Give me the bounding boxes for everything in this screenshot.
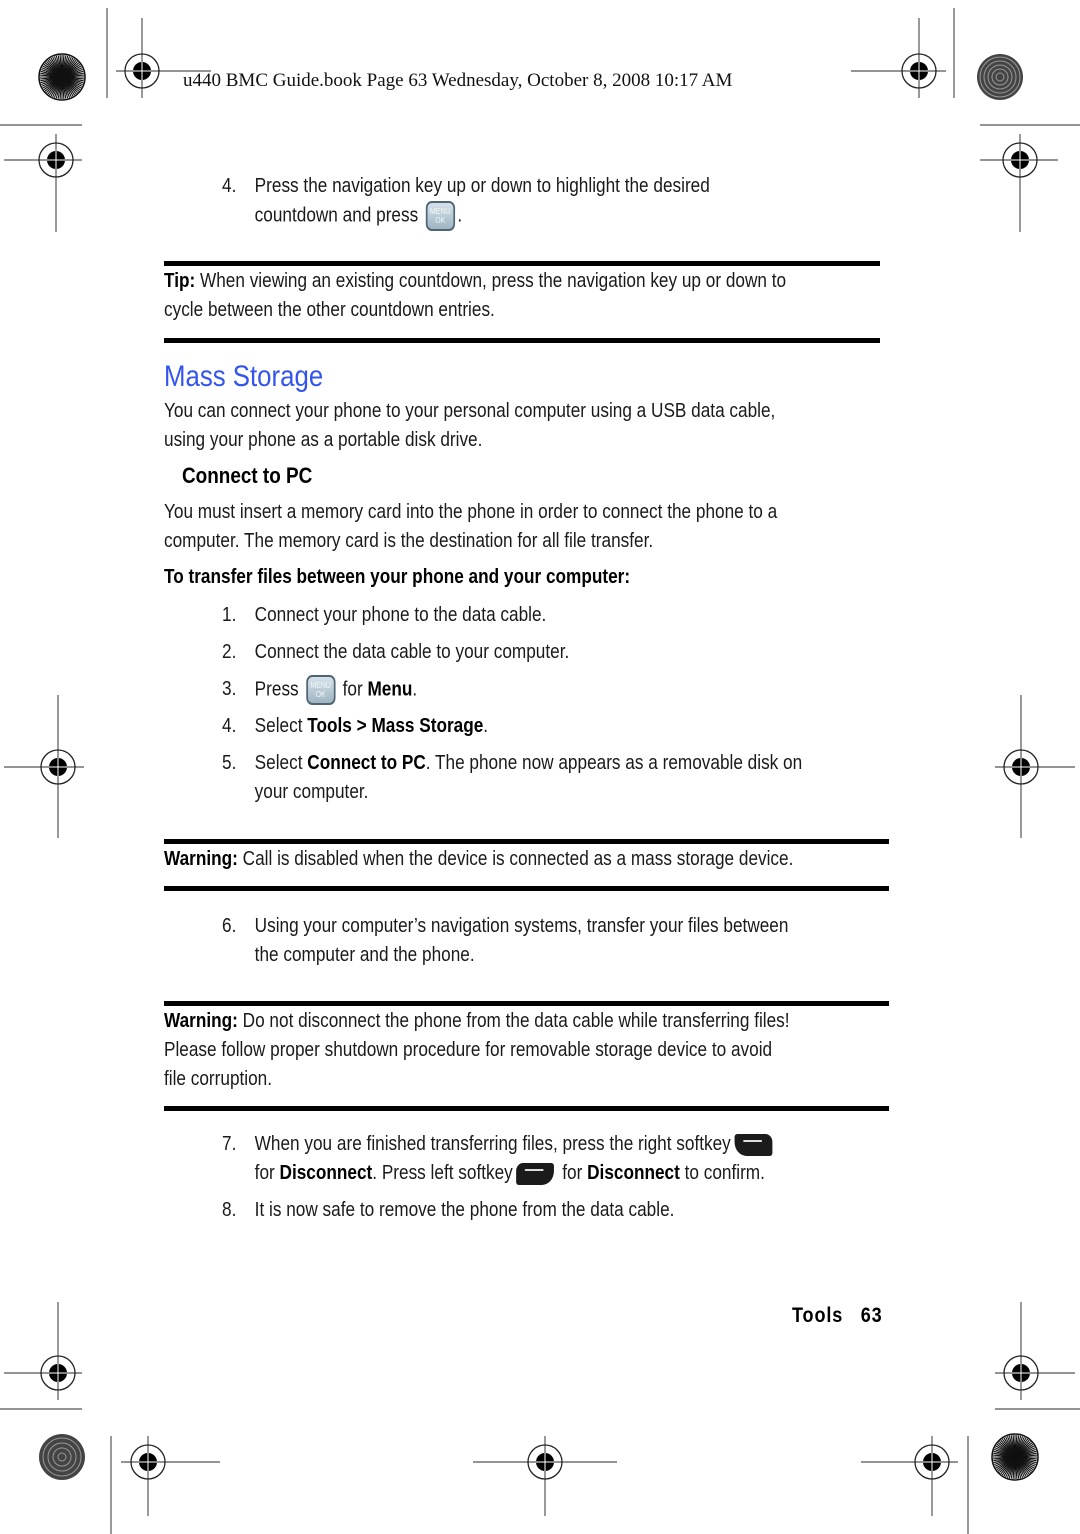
starburst-target-icon	[38, 53, 86, 101]
concentric-target-icon	[977, 54, 1023, 100]
procedure-heading: To transfer files between your phone and…	[164, 566, 631, 588]
warning-note: Warning: Call is disabled when the devic…	[164, 848, 794, 870]
warning-label: Warning:	[164, 848, 238, 870]
menu-ok-key-icon: MENU OK	[306, 675, 336, 705]
concentric-target-icon	[39, 1434, 85, 1480]
page-number: 63	[860, 1304, 883, 1327]
step-number: 4.	[222, 175, 237, 197]
subsection-paragraph: You must insert a memory card into the p…	[164, 501, 778, 552]
menu-ok-key-icon: MENU OK	[425, 201, 455, 231]
tip-bottom-rule	[164, 338, 880, 343]
step-text: countdown and press	[254, 204, 419, 227]
subsection-title: Connect to PC	[182, 463, 313, 488]
warning-bottom-rule	[164, 886, 889, 891]
print-header-slug: u440 BMC Guide.book Page 63 Wednesday, O…	[183, 70, 733, 91]
step-text: Press the navigation key up or down to h…	[254, 175, 710, 197]
menu-path: Tools > Mass Storage	[307, 715, 484, 737]
starburst-target-icon	[991, 1433, 1039, 1481]
tip-top-rule	[164, 261, 880, 266]
right-softkey-icon	[734, 1133, 773, 1156]
tip-note: Tip: When viewing an existing countdown,…	[164, 270, 787, 321]
warning-label: Warning:	[164, 1010, 238, 1032]
tip-label: Tip:	[164, 270, 196, 292]
page-footer: Tools 63	[792, 1304, 883, 1328]
section-intro: You can connect your phone to your perso…	[164, 400, 776, 451]
footer-section-name: Tools	[792, 1304, 844, 1327]
warning-top-rule	[164, 1001, 889, 1006]
section-title: Mass Storage	[164, 360, 324, 393]
warning-top-rule	[164, 839, 889, 844]
left-softkey-icon	[516, 1162, 555, 1185]
warning-note: Warning: Do not disconnect the phone fro…	[164, 1010, 790, 1090]
warning-bottom-rule	[164, 1106, 889, 1111]
